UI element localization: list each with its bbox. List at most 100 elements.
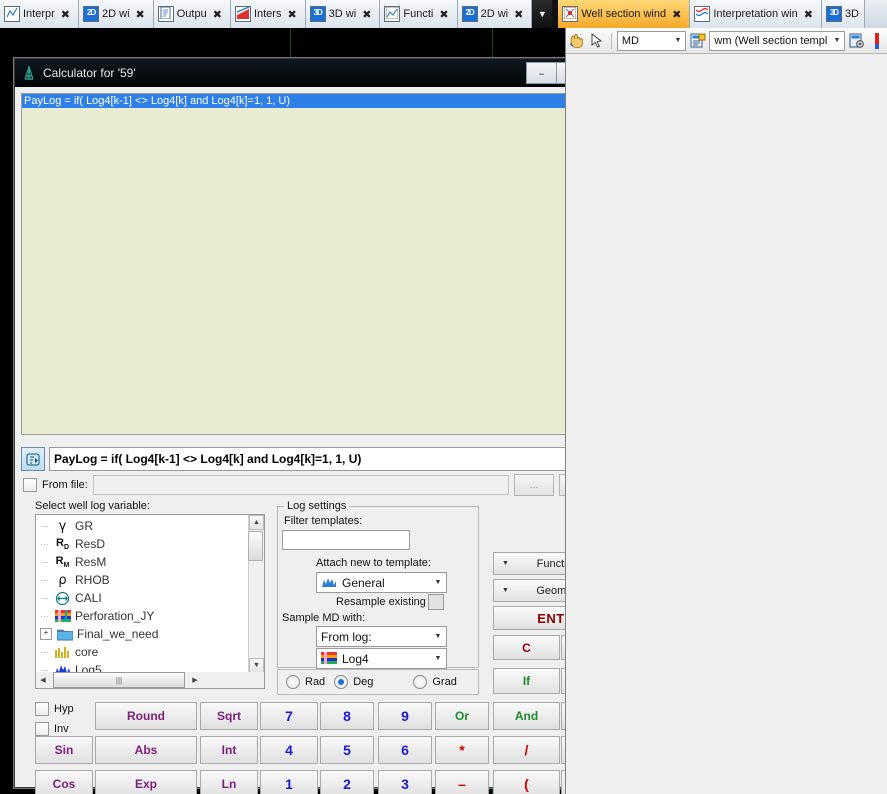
key-int[interactable]: Int bbox=[200, 736, 258, 764]
key-cos[interactable]: Cos bbox=[35, 770, 93, 794]
window-tab-inters[interactable]: Inters ✖ bbox=[230, 0, 306, 28]
modifier-group: Hyp Inv bbox=[35, 699, 95, 739]
inv-checkbox[interactable] bbox=[35, 722, 49, 736]
window-tab-close-icon[interactable]: ✖ bbox=[511, 8, 526, 21]
key-sin[interactable]: Sin bbox=[35, 736, 93, 764]
from-file-input[interactable] bbox=[92, 475, 509, 495]
key-9[interactable]: 9 bbox=[378, 702, 432, 730]
resample-checkbox[interactable] bbox=[428, 594, 444, 610]
window-tab-functi[interactable]: Functi ✖ bbox=[380, 0, 458, 28]
scroll-up-arrow[interactable]: ▲ bbox=[249, 515, 264, 530]
radio-rad-indicator[interactable] bbox=[286, 675, 300, 689]
history-line[interactable]: PayLog = if( Log4[k-1] <> Log4[k] and Lo… bbox=[22, 94, 567, 108]
tree-horizontal-scrollbar[interactable]: ◀ ||| ▶ bbox=[35, 672, 265, 689]
hyp-checkbox[interactable] bbox=[35, 702, 49, 716]
key-sym[interactable]: * bbox=[435, 736, 489, 764]
key-sym[interactable]: / bbox=[493, 736, 560, 764]
key-round[interactable]: Round bbox=[95, 702, 197, 730]
window-tab-close-icon[interactable]: ✖ bbox=[669, 8, 684, 21]
sample-mode-combo[interactable]: From log: ▼ bbox=[316, 626, 447, 647]
attach-template-combo[interactable]: General ▼ bbox=[316, 572, 447, 593]
window-tab-2d-wi[interactable]: 2D 2D wi ✖ bbox=[79, 0, 154, 28]
window-tab-close-icon[interactable]: ✖ bbox=[58, 8, 73, 21]
key-and[interactable]: And bbox=[493, 702, 560, 730]
window-tab-3d-wi[interactable]: 3D 3D wi ✖ bbox=[305, 0, 381, 28]
tree-item-resm[interactable]: ··· RM ResM bbox=[40, 553, 248, 571]
template-combo[interactable]: wm (Well section templ ▼ bbox=[709, 30, 845, 51]
chevron-down-icon: ▼ bbox=[537, 9, 547, 19]
tree-item-resd[interactable]: ··· RD ResD bbox=[40, 535, 248, 553]
tree-item-core[interactable]: ··· core bbox=[40, 643, 248, 661]
chevron-down-icon: ▼ bbox=[434, 655, 442, 662]
marker-icon[interactable] bbox=[868, 31, 886, 51]
filter-templates-input[interactable] bbox=[282, 530, 410, 550]
key-sym[interactable]: ( bbox=[493, 770, 560, 794]
tree-item-perforation_jy[interactable]: ··· Perforation_JY bbox=[40, 607, 248, 625]
tab-overflow-button[interactable]: ▼ bbox=[532, 0, 553, 28]
key-6[interactable]: 6 bbox=[378, 736, 432, 764]
key-8[interactable]: 8 bbox=[320, 702, 374, 730]
tree-hscroll-thumb[interactable]: ||| bbox=[53, 672, 185, 688]
window-tab-close-icon[interactable]: ✖ bbox=[801, 8, 816, 21]
template-icon[interactable] bbox=[689, 31, 707, 51]
window-tab-label: Well section wind bbox=[581, 8, 667, 20]
clear-button[interactable]: C bbox=[493, 635, 560, 660]
from-file-checkbox[interactable] bbox=[23, 478, 37, 492]
scroll-down-arrow[interactable]: ▼ bbox=[249, 658, 264, 673]
key-4[interactable]: 4 bbox=[260, 736, 318, 764]
window-tab-interpr[interactable]: Interpr ✖ bbox=[0, 0, 80, 28]
key-3[interactable]: 3 bbox=[378, 770, 432, 794]
2d-icon: 2D bbox=[461, 6, 478, 22]
depth-mode-combo[interactable]: MD ▼ bbox=[616, 30, 686, 51]
tree-item-gr[interactable]: ··· γ GR bbox=[40, 517, 248, 535]
sample-log-combo[interactable]: Log4 ▼ bbox=[316, 648, 447, 669]
window-tab-bar[interactable]: Interpr ✖ 2D 2D wi ✖ Outpu ✖ Inters ✖ 3D 3D wi ✖ Fun… bbox=[0, 0, 887, 29]
if-button[interactable]: If bbox=[493, 668, 560, 694]
radio-grad-indicator[interactable] bbox=[413, 675, 428, 689]
window-tab-close-icon[interactable]: ✖ bbox=[284, 8, 299, 21]
radio-rad-label: Rad bbox=[305, 676, 326, 688]
window-tab-outpu[interactable]: Outpu ✖ bbox=[153, 0, 231, 28]
tab-group-left: Interpr ✖ 2D 2D wi ✖ Outpu ✖ Inters ✖ 3D 3D wi ✖ Fun… bbox=[0, 0, 533, 28]
scroll-right-arrow[interactable]: ▶ bbox=[188, 673, 202, 687]
key-7[interactable]: 7 bbox=[260, 702, 318, 730]
key-sym[interactable]: – bbox=[435, 770, 489, 794]
tree-item-rhob[interactable]: ··· ρ RHOB bbox=[40, 571, 248, 589]
tab-group-right: Well section wind ✖ Interpretation win ✖ 3D 3… bbox=[558, 0, 865, 28]
window-tab-close-icon[interactable]: ✖ bbox=[359, 8, 374, 21]
key-sqrt[interactable]: Sqrt bbox=[200, 702, 258, 730]
window-tab-2d-wi[interactable]: 2D 2D wi ✖ bbox=[457, 0, 533, 28]
key-1[interactable]: 1 bbox=[260, 770, 318, 794]
arrow-cursor-icon[interactable] bbox=[589, 31, 607, 51]
calculator-title-text: Calculator for '59' bbox=[43, 66, 136, 80]
key-2[interactable]: 2 bbox=[320, 770, 374, 794]
minimize-button[interactable]: – bbox=[526, 62, 556, 84]
well-log-tree[interactable]: ··· γ GR ··· RD ResD ··· RM ResM ··· ρ RHOB ··· CALI ·… bbox=[35, 514, 265, 674]
calculator-title-bar[interactable]: Calculator for '59' – ▣ ✕ bbox=[15, 59, 630, 87]
window-tab-interpretation-win[interactable]: Interpretation win ✖ bbox=[690, 0, 822, 28]
scroll-left-arrow[interactable]: ◀ bbox=[36, 673, 50, 687]
window-tab-close-icon[interactable]: ✖ bbox=[210, 8, 225, 21]
window-tab-well-section-wind[interactable]: Well section wind ✖ bbox=[558, 0, 691, 28]
browse-button[interactable]: ... bbox=[514, 474, 554, 496]
radio-deg-indicator[interactable] bbox=[334, 675, 349, 689]
tree-item-cali[interactable]: ··· CALI bbox=[40, 589, 248, 607]
insert-variable-button[interactable] bbox=[21, 447, 45, 471]
hand-icon[interactable] bbox=[568, 31, 586, 51]
hyp-checkbox-row[interactable]: Hyp bbox=[35, 699, 95, 719]
key-abs[interactable]: Abs bbox=[95, 736, 197, 764]
key-ln[interactable]: Ln bbox=[200, 770, 258, 794]
formula-input[interactable]: PayLog = if( Log4[k-1] <> Log4[k] and Lo… bbox=[49, 447, 622, 471]
tree-item-final_we_need[interactable]: + Final_we_need bbox=[40, 625, 248, 643]
window-tab-close-icon[interactable]: ✖ bbox=[133, 8, 148, 21]
settings-icon[interactable] bbox=[848, 31, 866, 51]
window-tab-3d[interactable]: 3D 3D bbox=[821, 0, 865, 28]
expand-node-icon[interactable]: + bbox=[40, 628, 52, 640]
key-or[interactable]: Or bbox=[435, 702, 489, 730]
window-tab-close-icon[interactable]: ✖ bbox=[436, 8, 451, 21]
key-5[interactable]: 5 bbox=[320, 736, 374, 764]
window-tab-label: Interpr bbox=[23, 8, 55, 20]
history-panel[interactable]: PayLog = if( Log4[k-1] <> Log4[k] and Lo… bbox=[21, 93, 568, 435]
key-exp[interactable]: Exp bbox=[95, 770, 197, 794]
tree-scroll-thumb[interactable] bbox=[248, 531, 263, 561]
